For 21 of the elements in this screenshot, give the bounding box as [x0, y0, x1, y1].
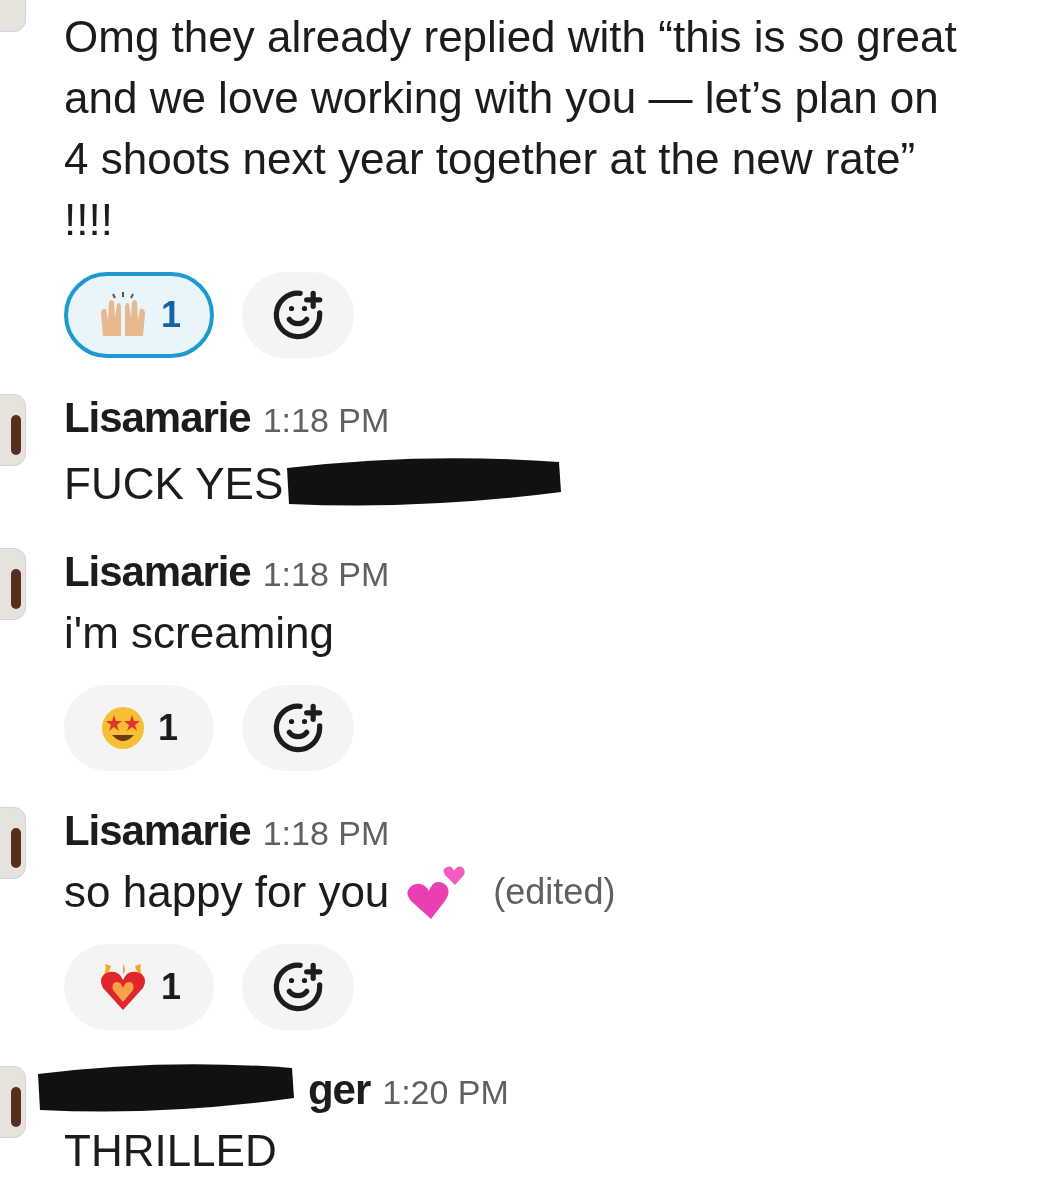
add-emoji-icon: [272, 961, 324, 1013]
message-text: Omg they already replied with “this is so great and we love working with you — let’s plan on 4 shoots next year together at the new rate” !!!!: [64, 11, 958, 246]
author-name[interactable]: Lisamarie: [64, 386, 251, 449]
author-name[interactable]: ger: [308, 1058, 371, 1121]
author-name[interactable]: Lisamarie: [64, 540, 251, 603]
message-text: THRILLED: [64, 1125, 277, 1177]
timestamp[interactable]: 1:18 PM: [262, 808, 390, 859]
reaction-pill[interactable]: 1: [64, 944, 214, 1030]
message-text: i'm screaming: [64, 607, 334, 659]
edited-label: (edited): [493, 869, 616, 914]
star-eyes-face-icon: [100, 705, 146, 751]
message-text: so happy for you: [64, 866, 390, 918]
reaction-pill[interactable]: 1: [64, 272, 214, 358]
add-emoji-icon: [272, 289, 324, 341]
timestamp[interactable]: 1:20 PM: [382, 1067, 509, 1118]
add-emoji-icon: [272, 702, 324, 754]
message-text: FUCK YES: [64, 457, 284, 510]
timestamp[interactable]: 1:18 PM: [262, 395, 390, 446]
timestamp[interactable]: 1:18 PM: [262, 549, 390, 600]
reaction-pill[interactable]: 1: [64, 685, 214, 771]
author-name[interactable]: Lisamarie: [64, 799, 251, 862]
